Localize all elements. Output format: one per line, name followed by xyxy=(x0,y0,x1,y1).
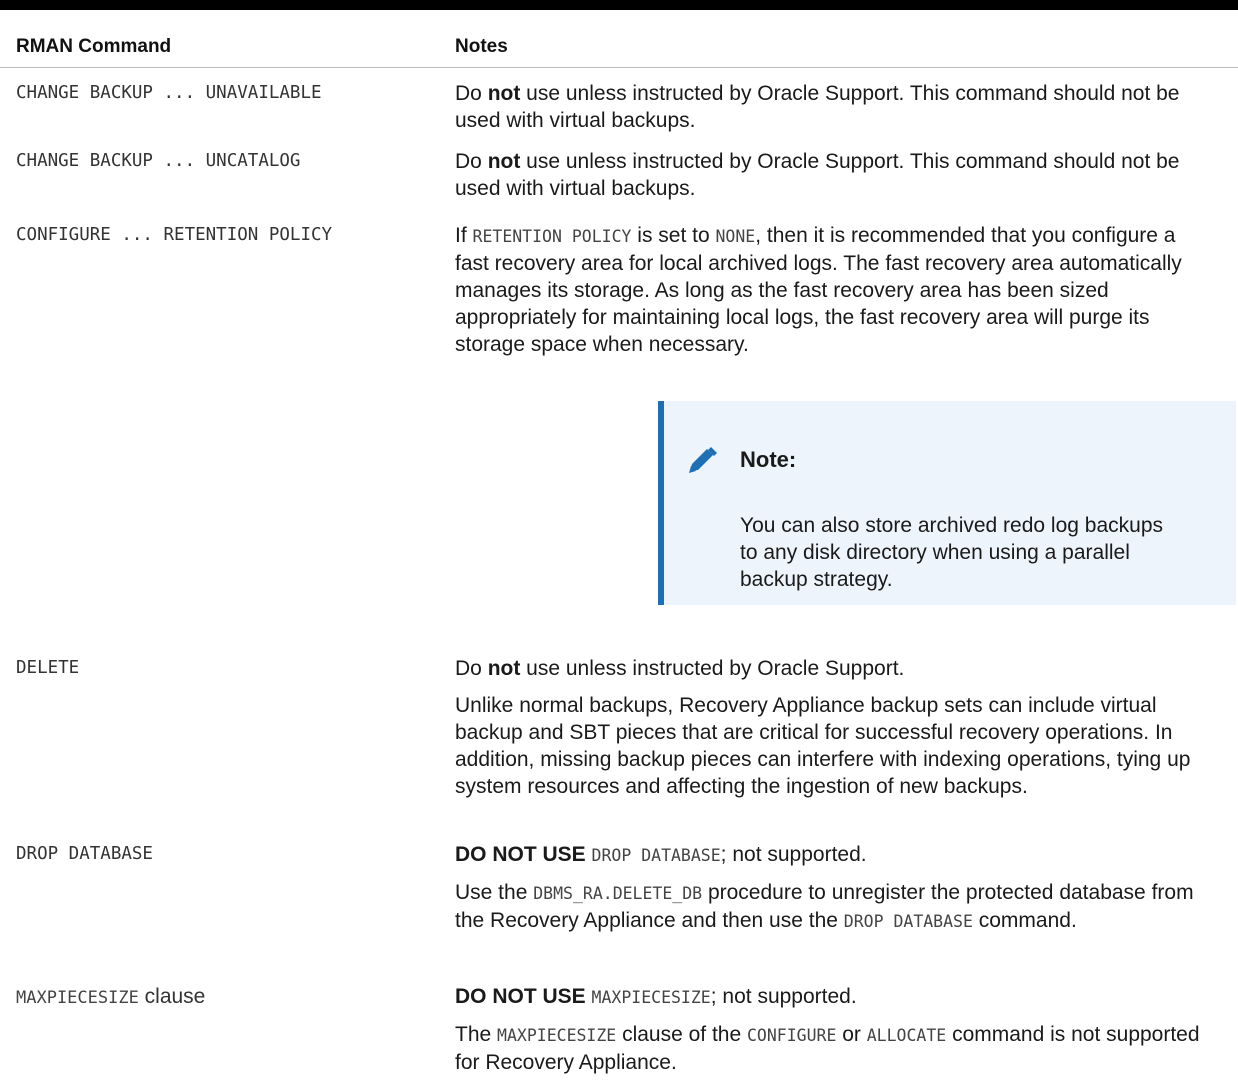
notes-cell: Unlike normal backups, Recovery Applianc… xyxy=(455,694,1191,798)
callout-title: Note: xyxy=(740,447,797,472)
note-callout: Note: You can also store archived redo l… xyxy=(658,401,1236,605)
callout-body: You can also store archived redo log bac… xyxy=(740,514,1163,591)
command-cell: DROP DATABASE xyxy=(16,844,153,864)
notes-cell: Do not use unless instructed by Oracle S… xyxy=(455,657,905,680)
header-notes: Notes xyxy=(455,36,508,57)
notes-cell: If RETENTION POLICY is set to NONE, then… xyxy=(455,224,1182,356)
notes-cell: Do not use unless instructed by Oracle S… xyxy=(455,150,1180,200)
command-cell: CHANGE BACKUP ... UNAVAILABLE xyxy=(16,83,322,103)
notes-cell: Do not use unless instructed by Oracle S… xyxy=(455,82,1180,132)
header-rman-command: RMAN Command xyxy=(16,36,172,57)
command-cell: DELETE xyxy=(16,658,80,678)
pencil-icon xyxy=(689,447,717,473)
top-rule xyxy=(0,0,1238,10)
notes-cell: The MAXPIECESIZE clause of the CONFIGURE… xyxy=(455,1023,1200,1074)
notes-cell: Use the DBMS_RA.DELETE_DB procedure to u… xyxy=(455,881,1194,932)
notes-cell: DO NOT USE DROP DATABASE; not supported. xyxy=(455,843,867,866)
command-cell: CONFIGURE ... RETENTION POLICY xyxy=(16,225,333,245)
notes-cell: DO NOT USE MAXPIECESIZE; not supported. xyxy=(455,985,857,1008)
command-cell: MAXPIECESIZE clause xyxy=(16,985,206,1008)
header-rule xyxy=(0,67,1238,68)
command-cell: CHANGE BACKUP ... UNCATALOG xyxy=(16,151,301,171)
